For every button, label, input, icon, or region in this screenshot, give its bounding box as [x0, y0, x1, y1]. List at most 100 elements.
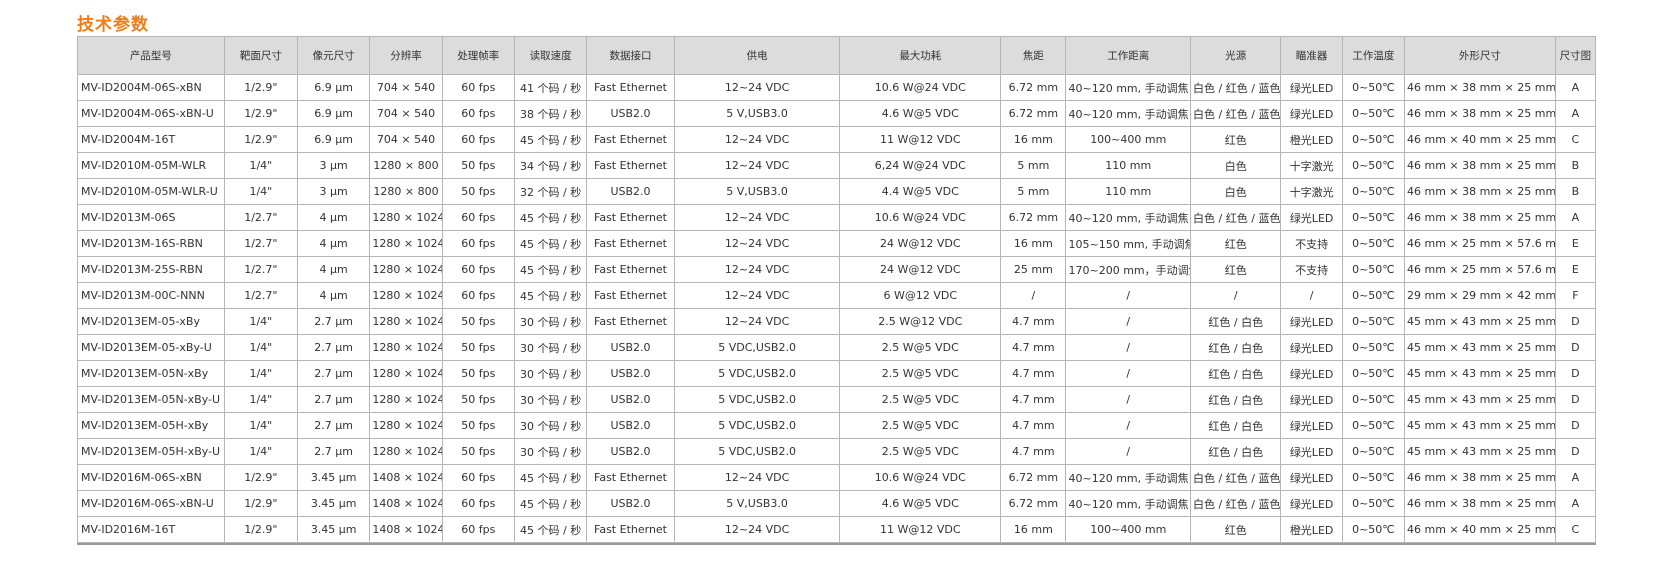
cell-operating-temp: 0~50℃	[1341, 360, 1406, 387]
table-row: MV-ID2016M-06S-xBN 1/2.9" 3.45 μm 1408 × 10…	[77, 464, 1597, 491]
cell-light-source: /	[1190, 282, 1282, 309]
cell-model: MV-ID2013M-06S	[77, 204, 225, 231]
cell-light-source: 红色 / 白色	[1190, 334, 1282, 361]
cell-drawing: B	[1554, 152, 1597, 179]
cell-pixel-size: 2.7 μm	[296, 438, 371, 465]
cell-aimer: 绿光LED	[1280, 386, 1343, 413]
cell-operating-temp: 0~50℃	[1341, 230, 1406, 257]
cell-model: MV-ID2013M-00C-NNN	[77, 282, 225, 309]
cell-focal-length: 5 mm	[1000, 178, 1067, 205]
cell-power-supply: 5 VDC,USB2.0	[673, 360, 841, 387]
cell-aimer: 绿光LED	[1280, 464, 1343, 491]
cell-pixel-size: 4 μm	[296, 204, 371, 231]
cell-aimer: 绿光LED	[1280, 412, 1343, 439]
col-header-light-source: 光源	[1190, 36, 1282, 75]
cell-model: MV-ID2013EM-05H-xBy	[77, 412, 225, 439]
cell-drawing: F	[1554, 282, 1597, 309]
cell-working-distance: 170~200 mm，手动调焦	[1065, 256, 1192, 283]
cell-aimer: 绿光LED	[1280, 74, 1343, 101]
cell-working-distance: /	[1065, 308, 1192, 335]
table-row: MV-ID2010M-05M-WLR-U 1/4" 3 μm 1280 × 800 50…	[77, 178, 1597, 205]
cell-frame-rate: 60 fps	[441, 230, 515, 257]
cell-pixel-size: 4 μm	[296, 256, 371, 283]
cell-max-power: 4.4 W@5 VDC	[839, 178, 1002, 205]
cell-power-supply: 5 V,USB3.0	[673, 178, 841, 205]
cell-power-supply: 12~24 VDC	[673, 126, 841, 153]
cell-read-speed: 45 个码 / 秒	[513, 516, 588, 543]
cell-interface: Fast Ethernet	[586, 204, 675, 231]
cell-pixel-size: 3 μm	[296, 178, 371, 205]
cell-model: MV-ID2013EM-05-xBy	[77, 308, 225, 335]
cell-dimensions: 46 mm × 38 mm × 25 mm	[1404, 100, 1556, 127]
cell-pixel-size: 6.9 μm	[296, 74, 371, 101]
cell-aimer: 橙光LED	[1280, 126, 1343, 153]
cell-working-distance: 40~120 mm, 手动调焦	[1065, 74, 1192, 101]
cell-sensor-size: 1/4"	[223, 178, 299, 205]
cell-power-supply: 12~24 VDC	[673, 516, 841, 543]
cell-resolution: 1408 × 1024	[369, 516, 443, 543]
cell-sensor-size: 1/2.9"	[223, 100, 299, 127]
table-row: MV-ID2013M-25S-RBN 1/2.7" 4 μm 1280 × 1024 6…	[77, 256, 1597, 283]
cell-max-power: 2.5 W@5 VDC	[839, 386, 1002, 413]
cell-aimer: /	[1280, 282, 1343, 309]
table-row: MV-ID2013EM-05H-xBy 1/4" 2.7 μm 1280 × 1024…	[77, 412, 1597, 439]
cell-aimer: 十字激光	[1280, 152, 1343, 179]
cell-interface: Fast Ethernet	[586, 126, 675, 153]
cell-operating-temp: 0~50℃	[1341, 74, 1406, 101]
cell-resolution: 704 × 540	[369, 74, 443, 101]
cell-dimensions: 29 mm × 29 mm × 42 mm	[1404, 282, 1556, 309]
cell-focal-length: 4.7 mm	[1000, 412, 1067, 439]
cell-operating-temp: 0~50℃	[1341, 386, 1406, 413]
cell-pixel-size: 4 μm	[296, 230, 371, 257]
cell-operating-temp: 0~50℃	[1341, 308, 1406, 335]
cell-sensor-size: 1/4"	[223, 360, 299, 387]
cell-focal-length: 16 mm	[1000, 126, 1067, 153]
cell-aimer: 绿光LED	[1280, 490, 1343, 517]
cell-sensor-size: 1/2.9"	[223, 464, 299, 491]
cell-frame-rate: 50 fps	[441, 412, 515, 439]
cell-power-supply: 5 VDC,USB2.0	[673, 412, 841, 439]
cell-sensor-size: 1/4"	[223, 334, 299, 361]
cell-light-source: 白色	[1190, 178, 1282, 205]
cell-working-distance: 40~120 mm, 手动调焦	[1065, 100, 1192, 127]
col-header-focal-length: 焦距	[1000, 36, 1067, 75]
cell-max-power: 6,24 W@24 VDC	[839, 152, 1002, 179]
cell-read-speed: 45 个码 / 秒	[513, 464, 588, 491]
cell-operating-temp: 0~50℃	[1341, 334, 1406, 361]
cell-dimensions: 46 mm × 38 mm × 25 mm	[1404, 152, 1556, 179]
cell-sensor-size: 1/4"	[223, 412, 299, 439]
cell-aimer: 不支持	[1280, 256, 1343, 283]
cell-model: MV-ID2004M-16T	[77, 126, 225, 153]
cell-interface: USB2.0	[586, 100, 675, 127]
cell-interface: Fast Ethernet	[586, 516, 675, 543]
table-row: MV-ID2013EM-05N-xBy 1/4" 2.7 μm 1280 × 1024…	[77, 360, 1597, 387]
col-header-dimensions: 外形尺寸	[1404, 36, 1556, 75]
cell-read-speed: 41 个码 / 秒	[513, 74, 588, 101]
table-row: MV-ID2004M-06S-xBN 1/2.9" 6.9 μm 704 × 540 6…	[77, 74, 1597, 101]
col-header-model: 产品型号	[77, 36, 225, 75]
cell-power-supply: 12~24 VDC	[673, 152, 841, 179]
cell-working-distance: 100~400 mm	[1065, 516, 1192, 543]
cell-operating-temp: 0~50℃	[1341, 178, 1406, 205]
table-row: MV-ID2013EM-05N-xBy-U 1/4" 2.7 μm 1280 × 10…	[77, 386, 1597, 413]
table-row: MV-ID2013M-06S 1/2.7" 4 μm 1280 × 1024 60 fp…	[77, 204, 1597, 231]
cell-dimensions: 46 mm × 25 mm × 57.6 mm	[1404, 256, 1556, 283]
cell-light-source: 红色	[1190, 126, 1282, 153]
cell-focal-length: 4.7 mm	[1000, 386, 1067, 413]
cell-read-speed: 45 个码 / 秒	[513, 204, 588, 231]
cell-max-power: 11 W@12 VDC	[839, 516, 1002, 543]
cell-light-source: 白色 / 红色 / 蓝色	[1190, 74, 1282, 101]
cell-drawing: A	[1554, 464, 1597, 491]
cell-power-supply: 5 VDC,USB2.0	[673, 438, 841, 465]
cell-focal-length: 16 mm	[1000, 230, 1067, 257]
cell-power-supply: 5 V,USB3.0	[673, 100, 841, 127]
cell-max-power: 10.6 W@24 VDC	[839, 464, 1002, 491]
cell-interface: Fast Ethernet	[586, 308, 675, 335]
cell-pixel-size: 3.45 μm	[296, 464, 371, 491]
cell-focal-length: 25 mm	[1000, 256, 1067, 283]
cell-model: MV-ID2016M-16T	[77, 516, 225, 543]
cell-sensor-size: 1/2.9"	[223, 516, 299, 543]
cell-interface: USB2.0	[586, 412, 675, 439]
cell-interface: USB2.0	[586, 438, 675, 465]
col-header-read-speed: 读取速度	[513, 36, 588, 75]
